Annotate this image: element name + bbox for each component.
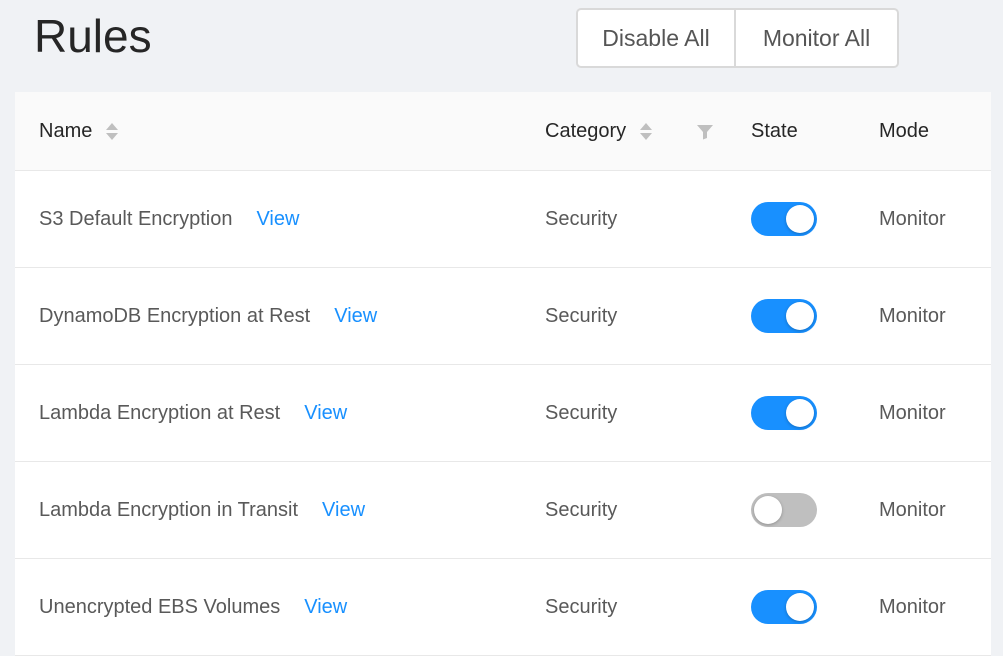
rule-category: Security <box>545 401 618 424</box>
view-link[interactable]: View <box>304 596 347 619</box>
state-toggle[interactable] <box>751 299 817 333</box>
column-header-state: State <box>751 120 798 142</box>
table-row: Lambda Encryption at Rest View Security Mon… <box>15 365 991 462</box>
table-row: DynamoDB Encryption at Rest View Security M… <box>15 268 991 365</box>
rule-name-cell: DynamoDB Encryption at Rest View <box>39 268 377 364</box>
rule-name-cell: Lambda Encryption in Transit View <box>39 462 365 558</box>
view-link[interactable]: View <box>322 499 365 522</box>
sort-icon[interactable] <box>640 123 653 140</box>
sort-ascending-icon <box>640 123 653 130</box>
rule-name: DynamoDB Encryption at Rest <box>39 304 311 327</box>
table-row: S3 Default Encryption View Security Monitor <box>15 171 991 268</box>
rule-name-cell: Lambda Encryption at Rest View <box>39 365 347 461</box>
monitor-all-button[interactable]: Monitor All <box>736 8 899 68</box>
rule-mode: Monitor <box>879 401 946 424</box>
rule-category: Security <box>545 498 618 521</box>
sort-ascending-icon <box>106 123 119 130</box>
toggle-knob <box>786 593 814 621</box>
rule-name: Unencrypted EBS Volumes <box>39 595 281 618</box>
bulk-action-buttons: Disable All Monitor All <box>576 8 899 68</box>
rule-name: Lambda Encryption at Rest <box>39 401 281 424</box>
sort-icon[interactable] <box>106 123 119 140</box>
rule-mode: Monitor <box>879 207 946 230</box>
table-header: Name Category State Mode <box>15 92 991 171</box>
rules-table: Name Category State Mode S3 Default Encr… <box>15 92 991 656</box>
rule-mode: Monitor <box>879 304 946 327</box>
state-toggle[interactable] <box>751 493 817 527</box>
rule-category: Security <box>545 304 618 327</box>
filter-icon[interactable] <box>696 123 714 141</box>
rule-name: S3 Default Encryption <box>39 207 233 230</box>
state-toggle[interactable] <box>751 590 817 624</box>
view-link[interactable]: View <box>304 402 347 425</box>
column-header-name-label: Name <box>39 120 93 142</box>
disable-all-button[interactable]: Disable All <box>576 8 736 68</box>
table-row: Unencrypted EBS Volumes View Security Monit… <box>15 559 991 656</box>
column-header-name[interactable]: Name <box>39 92 119 171</box>
column-header-mode: Mode <box>879 120 930 142</box>
rule-category: Security <box>545 207 618 230</box>
view-link[interactable]: View <box>256 208 299 231</box>
toggle-knob <box>786 302 814 330</box>
rule-name-cell: S3 Default Encryption View <box>39 171 299 267</box>
rule-name: Lambda Encryption in Transit <box>39 498 299 521</box>
state-toggle[interactable] <box>751 396 817 430</box>
sort-descending-icon <box>106 133 119 140</box>
state-toggle[interactable] <box>751 202 817 236</box>
rule-mode: Monitor <box>879 498 946 521</box>
toggle-knob <box>786 399 814 427</box>
column-header-category-label: Category <box>545 120 627 142</box>
toggle-knob <box>786 205 814 233</box>
column-header-category[interactable]: Category <box>545 92 653 171</box>
toggle-knob <box>754 496 782 524</box>
table-row: Lambda Encryption in Transit View Security… <box>15 462 991 559</box>
view-link[interactable]: View <box>334 305 377 328</box>
page-title: Rules <box>34 10 152 62</box>
sort-descending-icon <box>640 133 653 140</box>
